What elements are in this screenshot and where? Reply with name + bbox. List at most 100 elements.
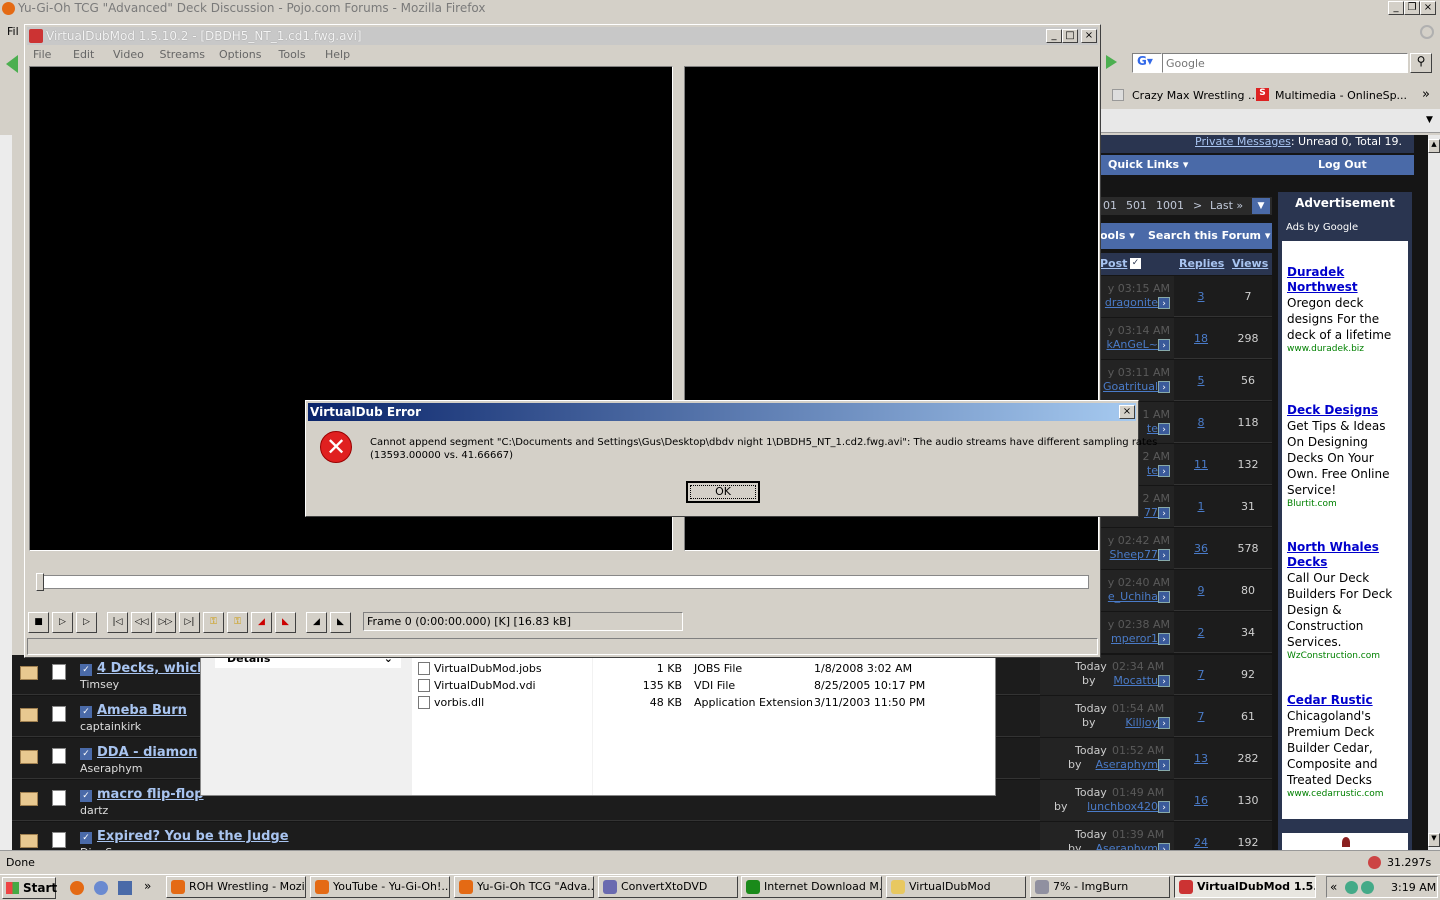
- go-last-post-icon[interactable]: ›: [1158, 339, 1170, 351]
- scroll-down-button[interactable]: ▼: [1428, 833, 1440, 847]
- replies-count[interactable]: 36: [1176, 542, 1226, 555]
- quicklaunch-firefox-icon[interactable]: [70, 881, 84, 895]
- replies-count[interactable]: 8: [1176, 416, 1226, 429]
- bookmarks-more-button[interactable]: »: [1422, 87, 1430, 102]
- file-row[interactable]: vorbis.dll 48 KB Application Extension 3/11…: [416, 695, 996, 711]
- last-post-user[interactable]: e_Uchiha: [1108, 590, 1158, 603]
- go-last-post-icon[interactable]: ›: [1158, 843, 1170, 850]
- thread-author[interactable]: Aseraphym: [80, 762, 142, 775]
- last-post-user[interactable]: mperor1: [1111, 632, 1158, 645]
- page-scrollbar[interactable]: ▲ ▼: [1428, 135, 1440, 850]
- vdub-menu-video[interactable]: Video: [113, 48, 144, 61]
- go-last-post-icon[interactable]: ›: [1158, 591, 1170, 603]
- replies-count[interactable]: 7: [1176, 710, 1226, 723]
- taskbar-button[interactable]: ROH Wrestling - Mozi...: [166, 876, 306, 898]
- taskbar-button[interactable]: 7% - ImgBurn: [1030, 876, 1170, 898]
- vdub-menu-tools[interactable]: Tools: [279, 48, 306, 61]
- taskbar-button[interactable]: Yu-Gi-Oh TCG "Adva...: [454, 876, 594, 898]
- go-last-post-icon[interactable]: ›: [1158, 507, 1170, 519]
- vdub-menu-streams[interactable]: Streams: [160, 48, 206, 61]
- position-slider[interactable]: [36, 573, 1089, 591]
- ad-title[interactable]: North Whales Decks: [1287, 540, 1403, 570]
- go-last-post-icon[interactable]: ›: [1158, 381, 1170, 393]
- page-next[interactable]: >: [1193, 197, 1202, 215]
- thread-title[interactable]: 4 Decks, which: [97, 661, 206, 676]
- scene-forward-icon[interactable]: ◣: [275, 612, 296, 633]
- firefox-maximize-button[interactable]: ❐: [1404, 1, 1420, 15]
- quick-links-menu[interactable]: Quick Links ▾: [1108, 158, 1188, 171]
- search-input[interactable]: [1162, 53, 1408, 73]
- go-start-button[interactable]: |◁: [107, 612, 128, 633]
- replies-count[interactable]: 7: [1176, 668, 1226, 681]
- tray-icon[interactable]: [1361, 881, 1374, 894]
- thread-title[interactable]: macro flip-flop: [97, 787, 204, 802]
- last-post-user[interactable]: lunchbox420: [1087, 800, 1158, 813]
- quicklaunch-desktop-icon[interactable]: [118, 881, 132, 895]
- thread-title[interactable]: DDA - diamon: [97, 745, 197, 760]
- thread-title[interactable]: Expired? You be the Judge: [97, 829, 289, 844]
- play-output-button[interactable]: ▷: [76, 612, 97, 633]
- file-name[interactable]: vorbis.dll: [434, 696, 484, 709]
- ok-button[interactable]: OK: [686, 481, 760, 503]
- firefox-minimize-button[interactable]: _: [1388, 1, 1404, 15]
- page-link[interactable]: 1001: [1156, 197, 1184, 215]
- search-go-button[interactable]: ⚲: [1410, 53, 1432, 73]
- ad-url[interactable]: Blurtit.com: [1287, 499, 1403, 509]
- back-icon[interactable]: [6, 55, 18, 73]
- last-post-user[interactable]: Goatritual: [1103, 380, 1158, 393]
- mark-out-button[interactable]: ◣: [330, 612, 351, 633]
- last-post-user[interactable]: Mocattu: [1113, 674, 1158, 687]
- page-last[interactable]: Last »: [1210, 197, 1243, 215]
- scene-back-icon[interactable]: ◢: [251, 612, 272, 633]
- replies-count[interactable]: 18: [1176, 332, 1226, 345]
- ad-url[interactable]: www.duradek.biz: [1287, 344, 1403, 354]
- tray-icon[interactable]: [1345, 881, 1358, 894]
- file-name[interactable]: VirtualDubMod.vdi: [434, 679, 536, 692]
- page-link[interactable]: 501: [1126, 197, 1147, 215]
- replies-count[interactable]: 5: [1176, 374, 1226, 387]
- replies-count[interactable]: 1: [1176, 500, 1226, 513]
- quicklaunch-media-icon[interactable]: [94, 881, 108, 895]
- thread-author[interactable]: dartz: [80, 804, 108, 817]
- go-icon[interactable]: [1106, 55, 1117, 69]
- ad-title[interactable]: Cedar Rustic: [1287, 693, 1403, 708]
- prev-key-icon[interactable]: ⚿: [203, 612, 224, 633]
- go-last-post-icon[interactable]: ›: [1158, 759, 1170, 771]
- replies-count[interactable]: 2: [1176, 626, 1226, 639]
- next-key-icon[interactable]: ⚿: [227, 612, 248, 633]
- taskbar-button[interactable]: Internet Download M...: [741, 876, 882, 898]
- scroll-up-button[interactable]: ▲: [1428, 139, 1440, 153]
- firefox-close-button[interactable]: ×: [1420, 1, 1436, 15]
- slider-thumb[interactable]: [36, 573, 44, 591]
- log-out-link[interactable]: Log Out: [1318, 158, 1367, 171]
- last-post-user[interactable]: 77: [1144, 506, 1158, 519]
- replies-count[interactable]: 11: [1176, 458, 1226, 471]
- last-post-user[interactable]: te: [1147, 464, 1158, 477]
- ads-by-google[interactable]: Ads by Google: [1282, 219, 1408, 241]
- taskbar-button[interactable]: YouTube - Yu-Gi-Oh!...: [310, 876, 450, 898]
- go-last-post-icon[interactable]: ›: [1158, 423, 1170, 435]
- replies-count[interactable]: 9: [1176, 584, 1226, 597]
- file-row[interactable]: VirtualDubMod.vdi 135 KB VDI File 8/25/2005…: [416, 678, 996, 694]
- go-last-post-icon[interactable]: ›: [1158, 465, 1170, 477]
- replies-count[interactable]: 13: [1176, 752, 1226, 765]
- last-post-user[interactable]: Sheep77: [1110, 548, 1158, 561]
- file-row[interactable]: VirtualDubMod.jobs 1 KB JOBS File 1/8/2008 …: [416, 661, 996, 677]
- taskbar-button[interactable]: VirtualDubMod: [886, 876, 1026, 898]
- stop-button[interactable]: ■: [28, 612, 49, 633]
- ad-url[interactable]: www.cedarrustic.com: [1287, 789, 1403, 799]
- firefox-file-menu[interactable]: Fil: [7, 25, 19, 38]
- quicklaunch-more[interactable]: »: [144, 879, 151, 893]
- go-end-button[interactable]: ▷|: [179, 612, 200, 633]
- taskbar-button[interactable]: VirtualDubMod 1.5...: [1174, 876, 1316, 898]
- start-button[interactable]: Start: [2, 877, 57, 899]
- vdub-minimize-button[interactable]: _: [1046, 29, 1062, 43]
- replies-count[interactable]: 16: [1176, 794, 1226, 807]
- vdub-menu-help[interactable]: Help: [325, 48, 350, 61]
- ad-url[interactable]: WzConstruction.com: [1287, 651, 1403, 661]
- vdub-close-button[interactable]: ×: [1081, 29, 1097, 43]
- private-messages-link[interactable]: Private Messages: [1195, 135, 1291, 148]
- thread-author[interactable]: captainkirk: [80, 720, 141, 733]
- page-dropdown-icon[interactable]: ▼: [1252, 198, 1270, 214]
- bookmark-item[interactable]: Crazy Max Wrestling ...: [1132, 89, 1259, 102]
